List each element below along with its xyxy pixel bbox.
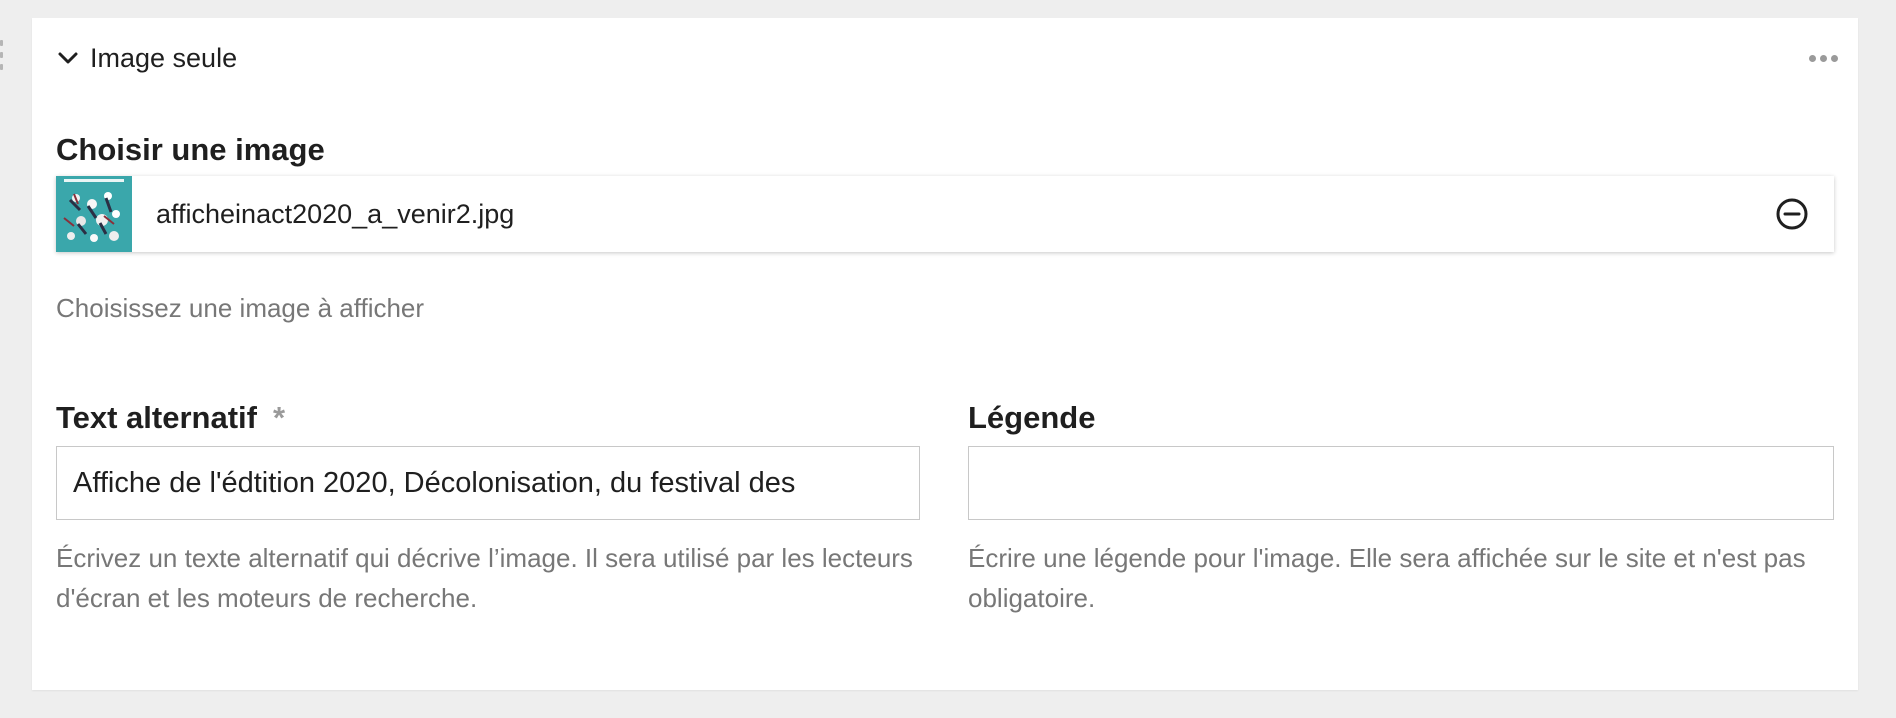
image-field-label: Choisir une image bbox=[56, 132, 325, 167]
chevron-down-icon[interactable] bbox=[56, 46, 80, 70]
block-title: Image seule bbox=[90, 42, 238, 73]
alt-text-help: Écrivez un texte alternatif qui décrive … bbox=[56, 543, 913, 613]
caption-help: Écrire une légende pour l'image. Elle se… bbox=[968, 543, 1806, 613]
more-options-icon[interactable] bbox=[1809, 47, 1838, 70]
selected-image-field[interactable]: afficheinact2020_a_venir2.jpg bbox=[56, 176, 1834, 252]
required-marker: * bbox=[272, 400, 286, 435]
caption-label: Légende bbox=[968, 400, 1096, 435]
alt-text-label-text: Text alternatif bbox=[56, 400, 257, 435]
image-block-panel: Image seule Choisir une image afficheina… bbox=[32, 18, 1858, 690]
image-thumbnail bbox=[56, 176, 132, 252]
alt-text-label: Text alternatif * bbox=[56, 400, 285, 436]
block-header: Image seule bbox=[56, 40, 1838, 76]
alt-text-input[interactable] bbox=[56, 446, 920, 520]
drag-handle-icon[interactable] bbox=[0, 40, 4, 70]
image-field-help: Choisissez une image à afficher bbox=[56, 293, 425, 323]
minus-circle-icon[interactable] bbox=[1774, 196, 1810, 232]
selected-file-name: afficheinact2020_a_venir2.jpg bbox=[156, 198, 515, 229]
caption-input[interactable] bbox=[968, 446, 1834, 520]
